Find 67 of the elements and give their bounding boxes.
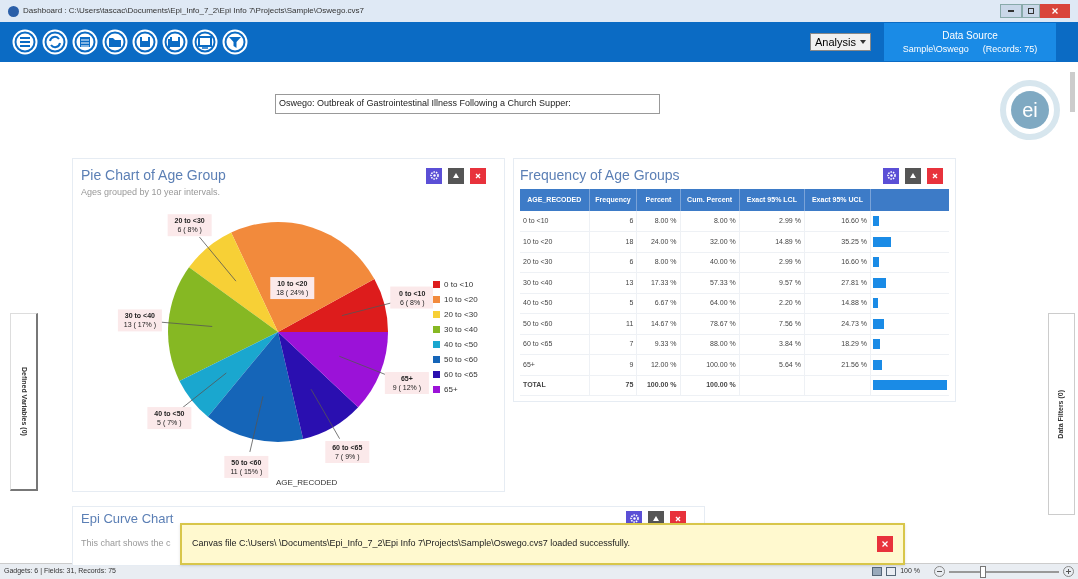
gadget-subtitle: This chart shows the c (81, 537, 171, 548)
maximize-button[interactable] (1022, 4, 1040, 18)
gadget-title: Frequency of Age Groups (520, 166, 680, 185)
plus-icon (1066, 569, 1071, 574)
legend-label: 20 to <30 (444, 308, 478, 321)
minus-icon (937, 571, 942, 572)
folder-icon[interactable] (102, 29, 128, 55)
close-icon (1052, 8, 1058, 14)
layout-icon[interactable] (872, 567, 883, 576)
legend-label: 40 to <50 (444, 338, 478, 351)
refresh-icon[interactable] (42, 29, 68, 55)
record-count: (Records: 75) (982, 42, 1038, 56)
data-source-heading: Data Source (942, 28, 998, 43)
close-icon (932, 172, 938, 179)
settings-button[interactable] (426, 167, 442, 184)
gadget-title: Epi Curve Chart (81, 510, 174, 528)
gear-icon (629, 514, 639, 524)
window-title: Dashboard : C:\Users\tascac\Documents\Epi_Info_7_2\Epi Info 7\Projects\Sample\Oswego.cvs7 (23, 5, 365, 17)
gadget-title: Pie Chart of Age Group (81, 166, 226, 185)
close-icon (675, 515, 681, 522)
legend-label: 0 to <10 (444, 278, 474, 291)
caret-icon (860, 40, 866, 44)
leader-line (199, 236, 237, 282)
close-button[interactable] (877, 536, 893, 552)
close-button[interactable] (927, 167, 943, 184)
lines-icon[interactable] (72, 29, 98, 55)
scrollbar[interactable] (1070, 72, 1075, 112)
logo: ei (1000, 80, 1060, 140)
close-button[interactable] (470, 167, 486, 184)
minimize-button[interactable] (1000, 4, 1022, 18)
legend-label: 65+ (444, 383, 458, 396)
canvas-title-field[interactable]: Oswego: Outbreak of Gastrointestinal Illness Following a Church Supper: (275, 94, 660, 114)
settings-button[interactable] (883, 167, 899, 184)
minimize-icon (1008, 10, 1014, 12)
leader-line (249, 395, 264, 452)
collapse-button[interactable] (448, 167, 464, 184)
floppy-disk-icon[interactable] (132, 29, 158, 55)
maximize-icon (1028, 8, 1034, 14)
notification-message: Canvas file C:\Users\ \Documents\Epi_Info_7_2\Epi Info 7\Projects\Sample\Oswego.cvs7 loaded successfully. (192, 537, 631, 551)
gear-icon (429, 171, 439, 180)
close-icon (475, 172, 481, 179)
monitor-icon[interactable] (192, 29, 218, 55)
collapse-button[interactable] (905, 167, 921, 184)
grid-icon[interactable] (886, 567, 897, 576)
legend-label: 60 to <65 (444, 368, 478, 381)
axis-label: AGE_RECODED (276, 477, 338, 489)
zoom-in-button[interactable] (1063, 566, 1074, 577)
list-icon[interactable] (12, 29, 38, 55)
data-source-panel[interactable]: Data Source Sample\Oswego (Records: 75) (884, 23, 1056, 61)
legend-label: 10 to <20 (444, 293, 478, 306)
app-icon (8, 5, 19, 17)
close-icon (882, 541, 888, 547)
gadget-subtitle: Ages grouped by 10 year intervals. (80, 186, 222, 199)
data-source-name: Sample\Oswego (902, 42, 969, 56)
leader-line (310, 388, 340, 439)
triangle-icon (909, 171, 917, 180)
legend-label: 50 to <60 (444, 353, 478, 366)
triangle-icon (452, 171, 460, 180)
filter-icon[interactable] (222, 29, 248, 55)
slider-thumb[interactable] (980, 565, 987, 578)
leader-line (181, 372, 227, 409)
triangle-icon (652, 514, 660, 523)
floppy-disk-icon[interactable] (162, 29, 188, 55)
legend-label: 30 to <40 (444, 323, 478, 336)
zoom-slider[interactable] (949, 565, 1059, 578)
analysis-dropdown[interactable]: Analysis (810, 33, 871, 51)
gear-icon (886, 171, 896, 180)
